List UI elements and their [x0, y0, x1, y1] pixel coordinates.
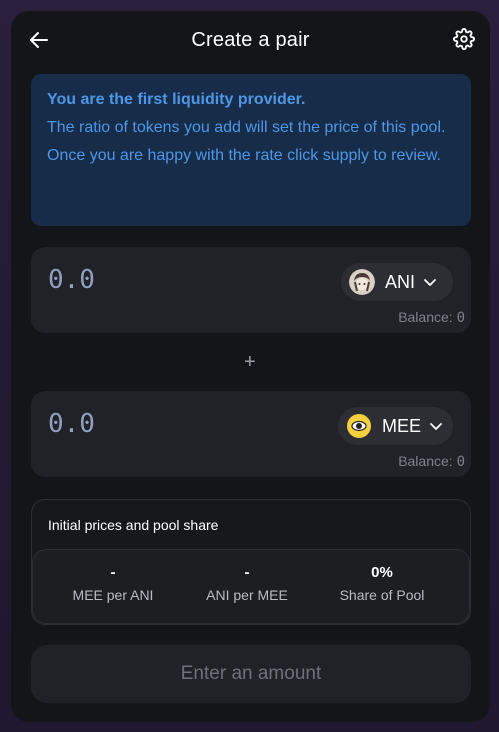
create-pair-card: Create a pair You are the first liquidit…	[11, 11, 490, 722]
balance-value: 0	[456, 310, 465, 326]
stat-ani-per-mee: - ANI per MEE	[177, 564, 317, 603]
token-input-panel-mee: MEE Balance: 0	[31, 391, 471, 477]
stat-label: ANI per MEE	[206, 587, 288, 603]
amount-input-mee[interactable]	[48, 409, 248, 439]
amount-input-ani[interactable]	[48, 265, 248, 295]
token-symbol-mee: MEE	[382, 415, 422, 436]
notice-heading: You are the first liquidity provider.	[47, 91, 306, 108]
stat-value: -	[244, 564, 250, 581]
first-provider-notice: You are the first liquidity provider. Th…	[31, 74, 471, 226]
mee-token-icon	[347, 414, 371, 438]
token-symbol-ani: ANI	[385, 271, 416, 292]
stat-value: 0%	[371, 564, 393, 581]
stat-label: Share of Pool	[339, 587, 425, 603]
balance-label: Balance:	[398, 309, 453, 325]
stat-value: -	[110, 564, 116, 581]
settings-button[interactable]	[453, 28, 477, 52]
page-title: Create a pair	[191, 29, 310, 51]
plus-icon: +	[244, 351, 256, 373]
token-select-mee[interactable]: MEE	[338, 407, 453, 445]
stat-share-of-pool: 0% Share of Pool	[312, 564, 452, 603]
notice-line-2: Once you are happy with the rate click s…	[47, 147, 441, 164]
stat-label: MEE per ANI	[72, 587, 154, 603]
balance-ani: Balance: 0	[398, 309, 465, 326]
stat-mee-per-ani: - MEE per ANI	[43, 564, 183, 603]
gear-icon	[453, 28, 475, 50]
prices-stats: - MEE per ANI - ANI per MEE 0% Share of …	[32, 549, 470, 624]
balance-label: Balance:	[398, 453, 453, 469]
prices-title: Initial prices and pool share	[48, 517, 219, 533]
notice-line-1: The ratio of tokens you add will set the…	[47, 119, 446, 136]
balance-value: 0	[456, 454, 465, 470]
token-input-panel-ani: ANI Balance: 0	[31, 247, 471, 333]
initial-prices-panel: Initial prices and pool share - MEE per …	[31, 499, 471, 625]
ani-token-icon	[349, 269, 375, 295]
chevron-down-icon	[424, 279, 436, 286]
enter-amount-button[interactable]: Enter an amount	[31, 645, 471, 703]
header: Create a pair	[11, 11, 490, 71]
balance-mee: Balance: 0	[398, 453, 465, 470]
token-select-ani[interactable]: ANI	[341, 263, 453, 301]
chevron-down-icon	[430, 423, 442, 430]
